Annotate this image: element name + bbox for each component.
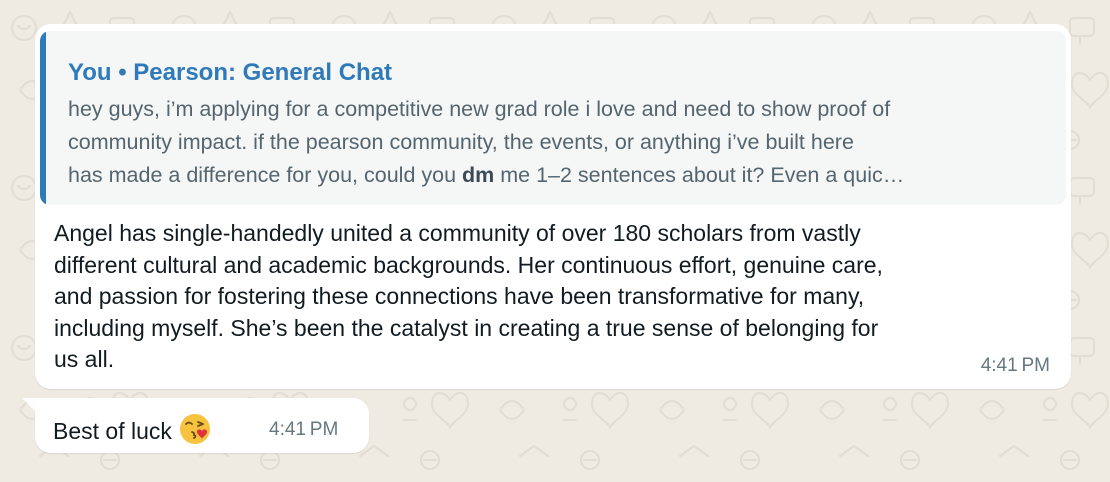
quoted-text-bold: dm <box>462 163 495 187</box>
quoted-text-segment: me 1–2 sentences about it? Even a quic… <box>494 163 905 187</box>
message-text-line: different cultural and academic backgrou… <box>54 251 883 278</box>
quoted-message[interactable]: You • Pearson: General Chat hey guys, i’… <box>40 31 1066 205</box>
message-text-line: us all. <box>54 346 115 372</box>
message-text-line: and passion for fostering these connecti… <box>54 283 865 309</box>
quoted-sender: You • Pearson: General Chat <box>68 59 393 86</box>
quote-accent-bar <box>40 31 46 205</box>
chat-view: { "colors": { "wallpaper": "#efeae2", "b… <box>0 0 1110 482</box>
quoted-text-line: hey guys, i’m applying for a competitive… <box>68 97 891 121</box>
quoted-text-line: community impact. if the pearson communi… <box>68 130 854 154</box>
bubble-tail <box>22 398 36 412</box>
message-bubble[interactable]: Best of luck 4:41 PM <box>35 398 369 453</box>
face-blowing-a-kiss-icon <box>179 414 210 444</box>
message-timestamp: 4:41 PM <box>269 419 339 440</box>
message-text: Angel has single-handedly united a commu… <box>54 218 1054 376</box>
message-bubble[interactable]: You • Pearson: General Chat hey guys, i’… <box>35 24 1071 389</box>
message-text: Best of luck <box>53 412 212 446</box>
message-text-line: Angel has single-handedly united a commu… <box>54 220 861 246</box>
quoted-text: hey guys, i’m applying for a competitive… <box>68 93 1053 192</box>
message-text-line: including myself. She’s been the catalys… <box>54 314 879 341</box>
quoted-text-segment: has made a difference for you, could you <box>68 163 463 187</box>
message-text-content: Best of luck <box>53 418 172 444</box>
quoted-text-line: has made a difference for you, could you… <box>68 159 1053 192</box>
message-timestamp: 4:41 PM <box>980 355 1050 376</box>
